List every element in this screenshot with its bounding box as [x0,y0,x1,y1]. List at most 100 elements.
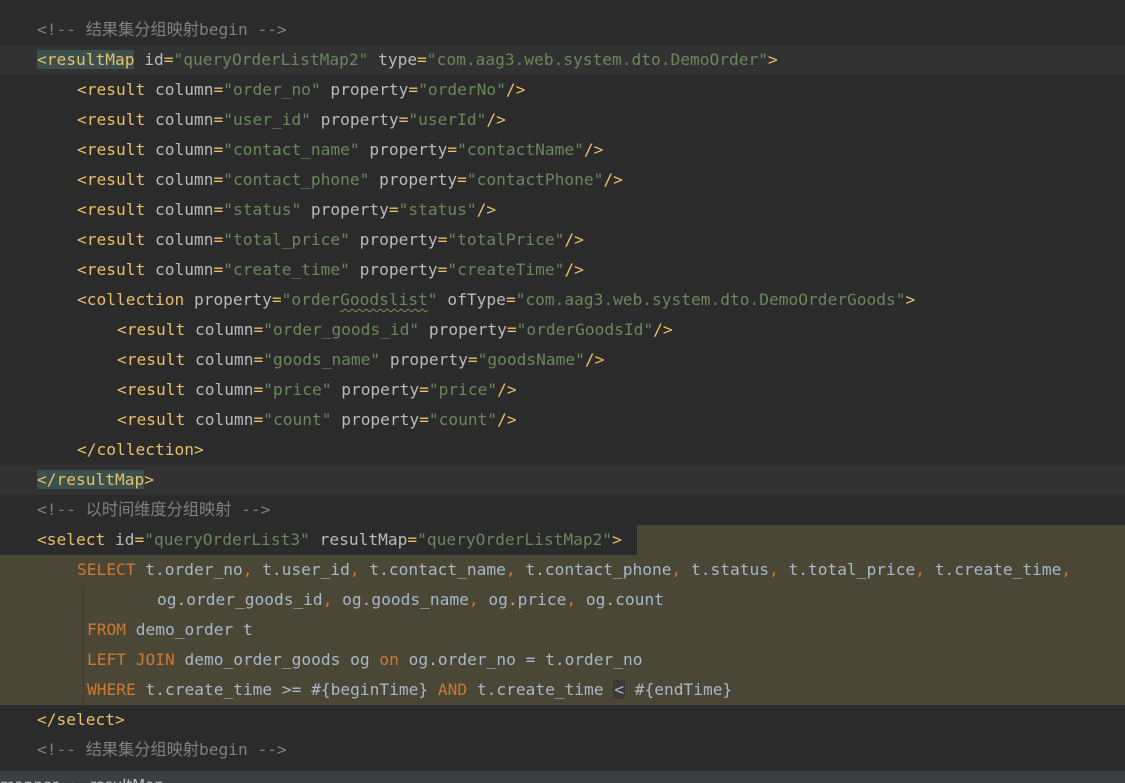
code-token: <result [117,320,186,339]
code-token: = [253,410,264,429]
code-token: id [105,530,135,549]
code-token: /> [505,80,526,99]
code-line[interactable]: </select> [0,705,1125,735]
code-line[interactable]: <result column="contact_phone" property=… [0,165,1125,195]
code-token: "status" [398,200,477,219]
code-token: = [467,350,478,369]
code-token: , [769,560,779,579]
code-token: = [419,380,429,399]
code-token: = [213,80,224,99]
code-line[interactable]: SELECT t.order_no, t.user_id, t.contact_… [0,555,1125,585]
code-line-content: WHERE t.create_time >= #{beginTime} AND … [87,675,732,705]
code-token: > [905,290,916,309]
code-line[interactable]: </resultMap> [0,465,1125,495]
code-token: " [427,290,438,309]
code-token: = [213,200,224,219]
code-token: , [322,590,333,609]
code-token: "price" [263,380,332,399]
code-token: = [213,260,224,279]
code-token: resultMap [309,530,408,549]
code-token: property [380,350,468,369]
code-token: column [185,350,254,369]
code-token: "count" [428,410,498,429]
code-token: property [331,410,420,429]
code-token: > [612,530,622,549]
code-line[interactable]: <select id="queryOrderList3" resultMap="… [0,525,1125,555]
code-token: og.order_no = t.order_no [398,650,643,669]
code-token: "contact_name" [223,140,360,159]
code-line-content: </resultMap> [37,465,154,495]
code-token: = [213,230,224,249]
code-token: #{endTime} [625,680,733,699]
code-token: og.goods_name [332,590,469,609]
code-token: t.total_price [778,560,916,579]
code-line[interactable]: <!-- 结果集分组映射begin --> [0,735,1125,765]
code-line[interactable]: <result column="user_id" property="userI… [0,105,1125,135]
code-token: </resultMap [37,470,145,489]
code-line[interactable]: <result column="contact_name" property="… [0,135,1125,165]
code-line[interactable]: <collection property="orderGoodslist" of… [0,285,1125,315]
code-line[interactable]: <result column="status" property="status… [0,195,1125,225]
code-token: /> [486,110,506,129]
code-token: "status" [223,200,302,219]
code-token: <!-- 以时间维度分组映射 --> [37,500,271,519]
code-line-content: <result column="count" property="count"/… [117,405,517,435]
code-line[interactable]: <!-- 结果集分组映射begin --> [0,15,1125,45]
code-token: column [145,110,214,129]
code-token: AND [437,680,468,699]
code-token: /> [583,140,604,159]
code-line[interactable]: <result column="order_no" property="orde… [0,75,1125,105]
code-token: t.status [681,560,769,579]
code-line[interactable]: <result column="create_time" property="c… [0,255,1125,285]
code-token: <!-- 结果集分组映射begin --> [37,740,287,759]
code-line[interactable]: LEFT JOIN demo_order_goods og on og.orde… [0,645,1125,675]
code-token: property [419,320,507,339]
code-token: = [134,530,145,549]
code-token: t.create_time [924,560,1062,579]
code-line[interactable]: <result column="goods_name" property="go… [0,345,1125,375]
code-token: /> [564,260,584,279]
code-token: <result [77,200,146,219]
code-token: <result [117,410,186,429]
code-token: /> [497,410,517,429]
code-line-content: <result column="order_no" property="orde… [77,75,525,105]
code-line[interactable]: <result column="total_price" property="t… [0,225,1125,255]
code-token: t.user_id [252,560,350,579]
code-token: property [349,260,438,279]
code-token: , [566,590,577,609]
code-line[interactable]: <resultMap id="queryOrderListMap2" type=… [0,45,1125,75]
code-token: = [398,110,409,129]
code-token: "goodsName" [477,350,585,369]
code-line[interactable]: <result column="count" property="count"/… [0,405,1125,435]
code-token: /> [497,380,517,399]
code-token: ofType [437,290,506,309]
code-line-content: <collection property="orderGoodslist" of… [77,285,915,315]
code-token: = [437,260,448,279]
code-token: "orderNo" [418,80,506,99]
code-token: "queryOrderListMap2" [417,530,613,549]
code-line[interactable]: </collection> [0,435,1125,465]
code-token: = [253,350,264,369]
code-token: = [213,110,224,129]
code-line[interactable]: <result column="price" property="price"/… [0,375,1125,405]
code-token: = [271,290,282,309]
code-line[interactable]: FROM demo_order t [0,615,1125,645]
code-token: demo_order_goods og [174,650,380,669]
code-line[interactable]: WHERE t.create_time >= #{beginTime} AND … [0,675,1125,705]
code-token: property [310,110,399,129]
code-editor[interactable]: <!-- 结果集分组映射begin --> <resultMap id="quer… [0,0,1125,770]
code-token: = [437,230,448,249]
code-token: column [185,320,254,339]
code-line-content: <result column="contact_phone" property=… [77,165,623,195]
code-token: column [145,230,214,249]
code-token: > [144,470,154,489]
code-token: "contactName" [457,140,584,159]
code-token: <select [37,530,106,549]
code-token: /> [603,170,623,189]
code-line[interactable]: <!-- 以时间维度分组映射 --> [0,495,1125,525]
code-line[interactable]: <result column="order_goods_id" property… [0,315,1125,345]
code-line[interactable]: og.order_goods_id, og.goods_name, og.pri… [0,585,1125,615]
code-token: = [213,170,224,189]
code-token: "goods_name" [263,350,381,369]
code-line-content: <!-- 结果集分组映射begin --> [37,15,287,45]
